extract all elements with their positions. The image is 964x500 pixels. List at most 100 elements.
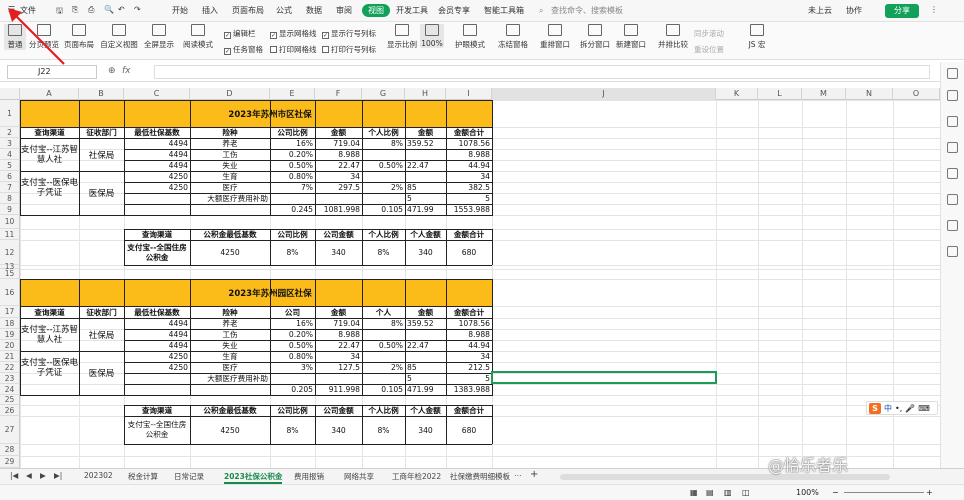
zoom-in-icon[interactable]: + xyxy=(926,488,933,497)
col-header-n[interactable]: N xyxy=(846,88,893,100)
zoom-100-button[interactable]: 100% xyxy=(420,24,444,48)
tab-insert[interactable]: 插入 xyxy=(202,5,218,16)
print-icon[interactable]: ⎙ xyxy=(88,5,94,15)
new-window-button[interactable]: 新建窗口 xyxy=(614,24,648,50)
row-header-3[interactable]: 3 xyxy=(0,138,20,149)
row-header-16[interactable]: 16 xyxy=(0,279,20,306)
tab-home[interactable]: 开始 xyxy=(172,5,188,16)
row-header-8[interactable]: 8 xyxy=(0,193,20,204)
sheet-tab-network[interactable]: 网络共享 xyxy=(344,471,374,482)
side-by-side-button[interactable]: 并排比较 xyxy=(656,24,690,50)
row-header-18[interactable]: 18 xyxy=(0,318,20,329)
more-sheets-icon[interactable]: ⋯ xyxy=(514,471,522,480)
row-header-10[interactable]: 10 xyxy=(0,215,20,229)
share-panel-icon[interactable] xyxy=(947,220,958,231)
col-header-e[interactable]: E xyxy=(270,88,315,100)
redo-icon[interactable]: ↷ xyxy=(134,5,141,14)
tab-data[interactable]: 数据 xyxy=(306,5,322,16)
custom-view-button[interactable]: 自定义视图 xyxy=(98,24,140,50)
freeze-panes-button[interactable]: 冻结窗格 xyxy=(494,24,532,50)
prev-sheet-icon[interactable]: ◀ xyxy=(26,471,32,480)
next-sheet-icon[interactable]: ▶ xyxy=(40,471,46,480)
eye-protect-button[interactable]: 护眼模式 xyxy=(454,24,486,50)
chevron-icon[interactable] xyxy=(947,68,958,79)
col-header-d[interactable]: D xyxy=(190,88,270,100)
row-header-5[interactable]: 5 xyxy=(0,160,20,171)
zoom-slider[interactable] xyxy=(844,492,924,493)
zoom-level[interactable]: 100% xyxy=(796,488,819,497)
view-layout-icon[interactable]: ▤ xyxy=(706,488,714,497)
sheet-tab-expense[interactable]: 费用报销 xyxy=(294,471,324,482)
row-header-9[interactable]: 9 xyxy=(0,204,20,215)
arrange-windows-button[interactable]: 重排窗口 xyxy=(536,24,574,50)
col-header-c[interactable]: C xyxy=(124,88,190,100)
sheet-tab-daily[interactable]: 日常记录 xyxy=(174,471,204,482)
row-header-22[interactable]: 22 xyxy=(0,362,20,373)
tab-view[interactable]: 视图 xyxy=(362,4,390,17)
row-header-29[interactable]: 29 xyxy=(0,456,20,468)
style-icon[interactable] xyxy=(947,142,958,153)
row-header-21[interactable]: 21 xyxy=(0,351,20,362)
check-print-headings[interactable]: 打印行号列标 xyxy=(322,44,376,55)
tab-developer[interactable]: 开发工具 xyxy=(396,5,428,16)
row-header-24[interactable]: 24 xyxy=(0,384,20,395)
check-headings[interactable]: ✓ 显示行号列标 xyxy=(322,28,376,39)
fx-icon[interactable]: fx xyxy=(122,66,131,76)
undo-icon[interactable]: ↶ xyxy=(118,5,125,14)
col-header-i[interactable]: I xyxy=(446,88,492,100)
view-normal-icon[interactable]: ▦ xyxy=(690,488,698,497)
tab-formula[interactable]: 公式 xyxy=(276,5,292,16)
row-header-1[interactable]: 1 xyxy=(0,100,20,127)
fullscreen-button[interactable]: 全屏显示 xyxy=(142,24,176,50)
zoom-search-icon[interactable]: ⊕ xyxy=(108,66,116,76)
cloud-status[interactable]: 未上云 xyxy=(808,5,832,16)
col-header-m[interactable]: M xyxy=(802,88,846,100)
ime-toolbar[interactable]: S 中 •, 🎤 ⌨ xyxy=(866,401,938,415)
check-gridlines[interactable]: ✓ 显示网格线 xyxy=(270,28,317,39)
add-sheet-icon[interactable]: + xyxy=(530,469,538,480)
share-button[interactable]: 分享 xyxy=(885,4,919,18)
sheet-tab-202302[interactable]: 202302 xyxy=(84,471,113,480)
row-header-4[interactable]: 4 xyxy=(0,149,20,160)
sheet-tab-annual[interactable]: 工商年检2022 xyxy=(392,471,441,482)
last-sheet-icon[interactable]: ▶| xyxy=(54,471,62,480)
row-header-7[interactable]: 7 xyxy=(0,182,20,193)
col-header-g[interactable]: G xyxy=(362,88,405,100)
row-header-23[interactable]: 23 xyxy=(0,373,20,384)
first-sheet-icon[interactable]: |◀ xyxy=(10,471,18,480)
tab-page-layout[interactable]: 页面布局 xyxy=(232,5,264,16)
tab-review[interactable]: 审阅 xyxy=(336,5,352,16)
row-header-25[interactable]: 25 xyxy=(0,395,20,405)
more-tools-icon[interactable] xyxy=(947,246,958,257)
preview-icon[interactable]: 🔍 xyxy=(104,5,114,14)
row-header-17[interactable]: 17 xyxy=(0,306,20,318)
col-header-k[interactable]: K xyxy=(716,88,758,100)
view-break-icon[interactable]: ▥ xyxy=(724,488,732,497)
row-header-19[interactable]: 19 xyxy=(0,329,20,340)
sheet-tab-template[interactable]: 社保缴费明细模板 xyxy=(450,471,510,482)
reading-mode-button[interactable]: 阅读模式 xyxy=(178,24,218,50)
more-icon[interactable]: ⋮ xyxy=(930,5,938,14)
zoom-out-icon[interactable]: − xyxy=(832,488,839,497)
formula-input[interactable] xyxy=(154,65,930,79)
sheet-tab-tax[interactable]: 税金计算 xyxy=(128,471,158,482)
check-task-pane[interactable]: ✓ 任务窗格 xyxy=(224,44,263,55)
read-mode-icon[interactable]: ◫ xyxy=(742,488,750,497)
row-header-2[interactable]: 2 xyxy=(0,127,20,138)
row-header-20[interactable]: 20 xyxy=(0,340,20,351)
zoom-button[interactable]: 显示比例 xyxy=(386,24,418,50)
row-header-26[interactable]: 26 xyxy=(0,405,20,416)
search-input[interactable]: ⌕ 查找命令、搜索模板 xyxy=(537,4,647,18)
check-formula-bar[interactable]: ✓ 编辑栏 xyxy=(224,28,256,39)
col-header-l[interactable]: L xyxy=(758,88,802,100)
collab-button[interactable]: 协作 xyxy=(846,5,862,16)
split-window-button[interactable]: 拆分窗口 xyxy=(578,24,612,50)
backup-icon[interactable] xyxy=(947,194,958,205)
tab-member[interactable]: 会员专享 xyxy=(438,5,470,16)
col-header-b[interactable]: B xyxy=(79,88,124,100)
col-header-f[interactable]: F xyxy=(315,88,362,100)
col-header-j[interactable]: J xyxy=(492,88,716,100)
cursor-icon[interactable] xyxy=(947,90,958,101)
col-header-o[interactable]: O xyxy=(893,88,940,100)
row-header-15[interactable]: 15 xyxy=(0,269,20,279)
